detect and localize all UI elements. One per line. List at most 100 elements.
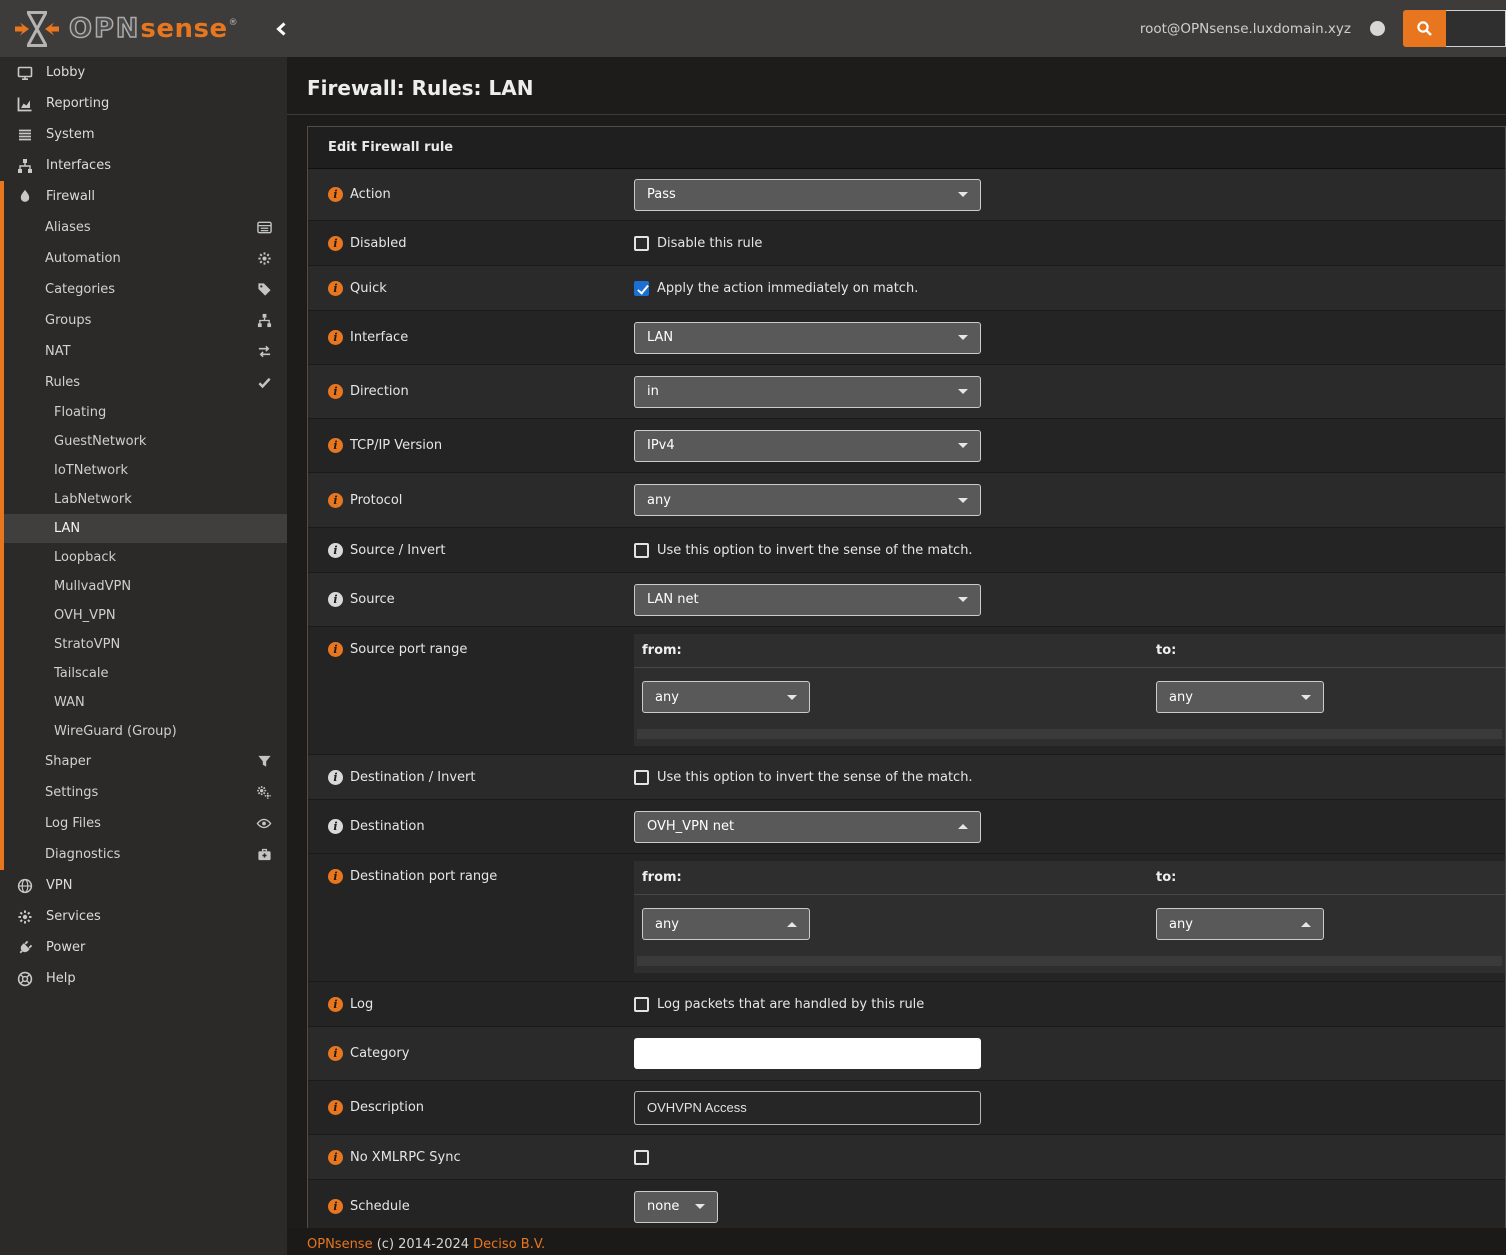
sidebar-item-ovh-vpn[interactable]: OVH_VPN: [4, 601, 287, 630]
from-column-header: from:: [642, 870, 1156, 885]
sidebar-item-shaper[interactable]: Shaper: [4, 746, 287, 777]
search-button[interactable]: [1403, 10, 1446, 47]
info-icon[interactable]: [328, 819, 343, 834]
footer-opnsense-link[interactable]: OPNsense: [307, 1237, 373, 1252]
info-icon[interactable]: [328, 330, 343, 345]
category-input[interactable]: [634, 1038, 981, 1069]
info-icon[interactable]: [328, 997, 343, 1012]
destination-port-from-select[interactable]: any: [642, 908, 810, 940]
sidebar-item-reporting[interactable]: Reporting: [0, 88, 287, 119]
info-icon[interactable]: [328, 642, 343, 657]
sidebar-item-iotnetwork[interactable]: IoTNetwork: [4, 456, 287, 485]
medkit-icon: [257, 847, 272, 862]
form-row-description: Description: [308, 1081, 1505, 1135]
info-icon[interactable]: [328, 236, 343, 251]
field-label: Disabled: [350, 236, 406, 251]
log-checkbox[interactable]: [634, 997, 649, 1012]
sidebar-collapse-button[interactable]: [274, 21, 288, 37]
selected-value: OVH_VPN net: [647, 819, 734, 834]
chevron-down-icon: [958, 192, 968, 197]
source-port-from-select[interactable]: any: [642, 681, 810, 713]
destination-select[interactable]: OVH_VPN net: [634, 811, 981, 843]
sidebar-item-interfaces[interactable]: Interfaces: [0, 150, 287, 181]
info-icon[interactable]: [328, 1199, 343, 1214]
opnsense-logo[interactable]: OPNsense®: [0, 9, 238, 49]
action-select[interactable]: Pass: [634, 179, 981, 211]
sidebar-item-stratovpn[interactable]: StratoVPN: [4, 630, 287, 659]
sidebar-item-diagnostics[interactable]: Diagnostics: [4, 839, 287, 870]
sidebar-item-tailscale[interactable]: Tailscale: [4, 659, 287, 688]
horizontal-scrollbar[interactable]: [637, 729, 1502, 739]
schedule-select[interactable]: none: [634, 1191, 718, 1223]
destination-invert-checkbox[interactable]: [634, 770, 649, 785]
selected-value: IPv4: [647, 438, 675, 453]
sidebar-item-automation[interactable]: Automation: [4, 243, 287, 274]
sidebar-item-lobby[interactable]: Lobby: [0, 57, 287, 88]
sidebar-item-rules[interactable]: Rules: [4, 367, 287, 398]
info-icon[interactable]: [328, 1046, 343, 1061]
sidebar-item-system[interactable]: System: [0, 119, 287, 150]
sidebar-item-label: Settings: [45, 785, 98, 800]
info-icon[interactable]: [328, 384, 343, 399]
form-row-category: Category: [308, 1027, 1505, 1081]
sidebar-item-groups[interactable]: Groups: [4, 305, 287, 336]
sidebar-item-categories[interactable]: Categories: [4, 274, 287, 305]
status-dot: [1370, 21, 1385, 36]
info-icon[interactable]: [328, 869, 343, 884]
source-select[interactable]: LAN net: [634, 584, 981, 616]
logged-in-user[interactable]: root@OPNsense.luxdomain.xyz: [1140, 21, 1351, 37]
sidebar-item-lan[interactable]: LAN: [4, 514, 287, 543]
sidebar-item-label: Power: [46, 940, 85, 955]
horizontal-scrollbar[interactable]: [637, 956, 1502, 966]
protocol-select[interactable]: any: [634, 484, 981, 516]
source-port-to-select[interactable]: any: [1156, 681, 1324, 713]
sidebar-item-guestnetwork[interactable]: GuestNetwork: [4, 427, 287, 456]
sidebar-item-power[interactable]: Power: [0, 932, 287, 963]
info-icon[interactable]: [328, 1150, 343, 1165]
sidebar-item-loopback[interactable]: Loopback: [4, 543, 287, 572]
sidebar-item-mullvadvpn[interactable]: MullvadVPN: [4, 572, 287, 601]
sidebar-item-vpn[interactable]: VPN: [0, 870, 287, 901]
sidebar-item-settings[interactable]: Settings: [4, 777, 287, 808]
sidebar-item-floating[interactable]: Floating: [4, 398, 287, 427]
info-icon[interactable]: [328, 438, 343, 453]
quick-checkbox[interactable]: [634, 281, 649, 296]
description-input[interactable]: [634, 1091, 981, 1125]
check-icon: [257, 375, 272, 390]
info-icon[interactable]: [328, 770, 343, 785]
info-icon[interactable]: [328, 543, 343, 558]
selected-value: any: [1169, 917, 1193, 932]
field-label: Destination / Invert: [350, 770, 475, 785]
form-row-destination: Destination OVH_VPN net: [308, 800, 1505, 854]
sidebar-item-label: Help: [46, 971, 76, 986]
destination-port-to-select[interactable]: any: [1156, 908, 1324, 940]
field-label: Interface: [350, 330, 408, 345]
direction-select[interactable]: in: [634, 376, 981, 408]
info-icon[interactable]: [328, 493, 343, 508]
disabled-checkbox[interactable]: [634, 236, 649, 251]
form-row-log: Log Log packets that are handled by this…: [308, 982, 1505, 1027]
sidebar-item-label: WAN: [54, 695, 85, 710]
sidebar-item-wan[interactable]: WAN: [4, 688, 287, 717]
info-icon[interactable]: [328, 1100, 343, 1115]
interface-select[interactable]: LAN: [634, 322, 981, 354]
sidebar-item-services[interactable]: Services: [0, 901, 287, 932]
sidebar-item-help[interactable]: Help: [0, 963, 287, 994]
no-xmlrpc-checkbox[interactable]: [634, 1150, 649, 1165]
sidebar-item-log-files[interactable]: Log Files: [4, 808, 287, 839]
tcpip-version-select[interactable]: IPv4: [634, 430, 981, 462]
footer-deciso-link[interactable]: Deciso B.V.: [473, 1237, 545, 1252]
search-input[interactable]: [1446, 10, 1506, 47]
sidebar-item-firewall[interactable]: Firewall: [4, 181, 287, 212]
sidebar-item-aliases[interactable]: Aliases: [4, 212, 287, 243]
header-search: [1403, 10, 1506, 47]
sidebar-item-labnetwork[interactable]: LabNetwork: [4, 485, 287, 514]
info-icon[interactable]: [328, 592, 343, 607]
source-invert-checkbox[interactable]: [634, 543, 649, 558]
sidebar-item-label: Tailscale: [54, 666, 108, 681]
sidebar: Lobby Reporting System Interfaces Firewa…: [0, 57, 287, 1255]
sidebar-item-nat[interactable]: NAT: [4, 336, 287, 367]
info-icon[interactable]: [328, 187, 343, 202]
info-icon[interactable]: [328, 281, 343, 296]
sidebar-item-wireguard-group[interactable]: WireGuard (Group): [4, 717, 287, 746]
